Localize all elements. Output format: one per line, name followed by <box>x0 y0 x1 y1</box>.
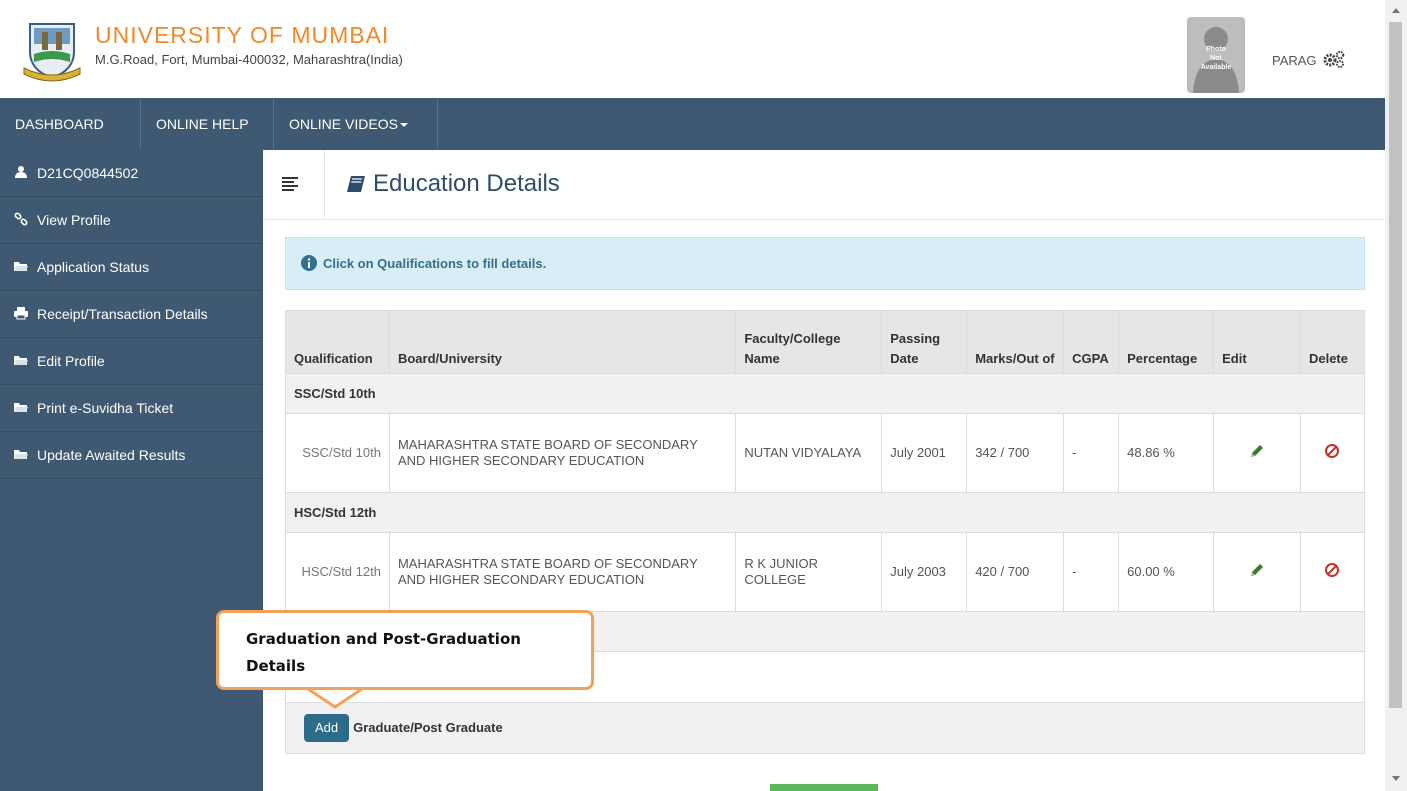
percentage-cell: 48.86 % <box>1118 413 1215 493</box>
table-row: SSC/Std 10th MAHARASHTRA STATE BOARD OF … <box>285 413 1366 493</box>
folder-icon <box>14 262 28 272</box>
column-header: Passing Date <box>881 310 968 374</box>
scroll-thumb[interactable] <box>1389 22 1402 708</box>
site-header: UNIVERSITY OF MUMBAI M.G.Road, Fort, Mum… <box>0 0 1385 98</box>
delete-cell <box>1299 532 1366 612</box>
sidebar-item-label: Update Awaited Results <box>37 447 186 463</box>
board-cell: MAHARASHTRA STATE BOARD OF SECONDARY AND… <box>388 532 737 612</box>
user-icon <box>15 166 27 179</box>
pencil-icon[interactable] <box>1249 443 1265 459</box>
callout-annotation: Graduation and Post-Graduation Details <box>216 610 594 690</box>
main-content: Education Details Click on Qualification… <box>263 150 1385 791</box>
sidebar: D21CQ0844502 View Profile Application St… <box>0 150 263 791</box>
caret-down-icon <box>399 123 408 128</box>
college-cell: R K JUNIOR COLLEGE <box>735 532 883 612</box>
sidebar-item-edit-profile[interactable]: Edit Profile <box>0 338 263 385</box>
nav-dashboard[interactable]: DASHBOARD <box>0 98 141 150</box>
university-crest-icon <box>23 23 81 82</box>
info-icon <box>301 255 317 271</box>
column-header: Marks/Out of <box>966 310 1065 374</box>
sidebar-item-label: View Profile <box>37 212 111 228</box>
print-icon <box>14 307 28 320</box>
sidebar-item-application-status[interactable]: Application Status <box>0 244 263 291</box>
cgpa-cell: - <box>1063 532 1120 612</box>
page-scrollbar[interactable] <box>1385 0 1407 791</box>
sidebar-item-user-id[interactable]: D21CQ0844502 <box>0 150 263 197</box>
qualification-cell: HSC/Std 12th <box>285 532 390 612</box>
nav-online-videos[interactable]: ONLINE VIDEOS <box>274 98 438 150</box>
table-row: HSC/Std 12th MAHARASHTRA STATE BOARD OF … <box>285 532 1366 612</box>
add-cell: Add Graduate/Post Graduate <box>285 702 1365 754</box>
sidebar-item-label: D21CQ0844502 <box>37 165 139 181</box>
book-icon <box>347 176 365 192</box>
college-cell: NUTAN VIDYALAYA <box>735 413 883 493</box>
info-alert: Click on Qualifications to fill details. <box>285 237 1365 290</box>
folder-icon <box>14 450 28 460</box>
sidebar-item-label: Receipt/Transaction Details <box>37 306 208 322</box>
university-address: M.G.Road, Fort, Mumbai-400032, Maharasht… <box>95 52 403 67</box>
group-label[interactable]: SSC/Std 10th <box>285 373 1365 414</box>
nav-online-videos-label: ONLINE VIDEOS <box>289 116 398 132</box>
marks-cell: 420 / 700 <box>966 532 1065 612</box>
menu-toggle-button[interactable] <box>263 150 325 220</box>
scroll-down-icon[interactable] <box>1392 776 1400 781</box>
delete-cell <box>1299 413 1366 493</box>
group-label[interactable]: HSC/Std 12th <box>285 492 1365 533</box>
ban-icon[interactable] <box>1324 562 1340 578</box>
hamburger-icon <box>282 177 298 191</box>
edit-cell <box>1213 413 1301 493</box>
page-title: Education Details <box>373 170 560 197</box>
top-navbar: DASHBOARD ONLINE HELP ONLINE VIDEOS <box>0 98 1385 150</box>
marks-cell: 342 / 700 <box>966 413 1065 493</box>
sidebar-item-label: Print e-Suvidha Ticket <box>37 400 174 416</box>
percentage-cell: 60.00 % <box>1118 532 1215 612</box>
folder-icon <box>14 356 28 366</box>
avatar: Photo Not Available <box>1187 17 1245 93</box>
cgpa-cell: - <box>1063 413 1120 493</box>
column-header: Faculty/College Name <box>735 310 883 374</box>
passing-date-cell: July 2003 <box>881 532 968 612</box>
table-header-row: Qualification Board/University Faculty/C… <box>285 310 1366 374</box>
edit-cell <box>1213 532 1301 612</box>
link-icon <box>14 212 28 226</box>
column-header: Edit <box>1213 310 1301 374</box>
sidebar-item-receipt[interactable]: Receipt/Transaction Details <box>0 291 263 338</box>
folder-icon <box>14 403 28 413</box>
gears-icon[interactable] <box>1322 50 1346 68</box>
sidebar-item-view-profile[interactable]: View Profile <box>0 197 263 244</box>
photo-placeholder-text: Photo Not Available <box>1200 46 1232 71</box>
info-alert-text: Click on Qualifications to fill details. <box>323 256 547 271</box>
pencil-icon[interactable] <box>1249 562 1265 578</box>
sidebar-item-update-results[interactable]: Update Awaited Results <box>0 432 263 479</box>
sidebar-item-label: Edit Profile <box>37 353 105 369</box>
scroll-up-icon[interactable] <box>1392 8 1400 13</box>
ban-icon[interactable] <box>1324 443 1340 459</box>
column-header: Percentage <box>1118 310 1215 374</box>
sidebar-item-print-ticket[interactable]: Print e-Suvidha Ticket <box>0 385 263 432</box>
column-header: CGPA <box>1063 310 1120 374</box>
university-title: UNIVERSITY OF MUMBAI <box>95 22 390 48</box>
board-cell: MAHARASHTRA STATE BOARD OF SECONDARY AND… <box>388 413 737 493</box>
sidebar-item-label: Application Status <box>37 259 150 275</box>
qualification-cell: SSC/Std 10th <box>285 413 390 493</box>
nav-online-help[interactable]: ONLINE HELP <box>141 98 274 150</box>
column-header: Board/University <box>388 310 737 374</box>
content-panel: Click on Qualifications to fill details.… <box>263 220 1385 791</box>
column-header: Delete <box>1299 310 1366 374</box>
add-graduate-label: Graduate/Post Graduate <box>353 720 503 735</box>
group-row-ssc[interactable]: SSC/Std 10th <box>285 373 1365 414</box>
submit-button[interactable] <box>770 784 878 791</box>
column-header: Qualification <box>285 310 390 374</box>
passing-date-cell: July 2001 <box>881 413 968 493</box>
callout-tail <box>305 687 365 709</box>
add-row: Add Graduate/Post Graduate <box>285 702 1365 754</box>
page-header: Education Details <box>263 150 1385 220</box>
add-graduate-button[interactable]: Add <box>304 714 350 742</box>
user-name[interactable]: PARAG <box>1272 53 1317 68</box>
group-row-hsc[interactable]: HSC/Std 12th <box>285 492 1365 533</box>
